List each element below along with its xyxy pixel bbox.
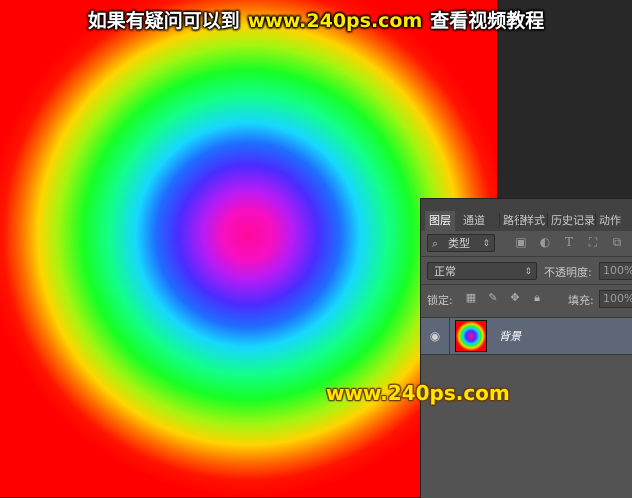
lock-pixels-icon[interactable]: ▦ [464, 291, 478, 305]
image-filter-icon[interactable]: ▣ [514, 235, 528, 249]
panel-tab-bar: 图层 通道 路径 样式 历史记录 动作 [421, 199, 632, 231]
watermark-text-right: 查看视频教程 [430, 10, 545, 32]
eye-icon[interactable]: ◉ [427, 328, 443, 344]
fill-label: 填充: [568, 294, 594, 307]
layers-panel: 图层 通道 路径 样式 历史记录 动作 ⌕ 类型 ⇕ ▣ ◐ T ⛶ ⧉ 正常 … [420, 198, 632, 498]
layers-list-empty-area [421, 355, 632, 498]
opacity-label: 不透明度: [544, 266, 592, 279]
top-watermark: 如果有疑问可以到 www.240ps.com 查看视频教程 [0, 6, 632, 33]
watermark-text-left: 如果有疑问可以到 [87, 10, 240, 32]
tab-separator [499, 213, 500, 227]
chevron-updown-icon: ⇕ [482, 239, 490, 249]
tab-separator [519, 213, 520, 227]
tab-history[interactable]: 历史记录 [551, 211, 595, 231]
search-icon: ⌕ [432, 237, 439, 250]
tab-actions[interactable]: 动作 [599, 211, 621, 231]
tab-separator [547, 213, 548, 227]
tab-layers[interactable]: 图层 [425, 211, 455, 231]
adjust-filter-icon[interactable]: ◐ [538, 235, 552, 249]
tab-paths[interactable]: 路径 [503, 211, 525, 231]
divider [421, 256, 632, 257]
divider [421, 284, 632, 285]
lock-position-icon[interactable]: ✥ [508, 291, 522, 305]
divider [449, 318, 450, 354]
layer-thumbnail [455, 320, 487, 352]
text-filter-icon[interactable]: T [562, 235, 576, 249]
layer-name[interactable]: 背景 [499, 328, 521, 344]
center-watermark: www.240ps.com [326, 381, 510, 405]
layer-filter-row: ⌕ 类型 ⇕ ▣ ◐ T ⛶ ⧉ [421, 231, 632, 255]
chevron-updown-icon: ⇕ [524, 267, 532, 277]
lock-row: 锁定: ▦ ✎ ✥ 🔒︎ 填充: 100% [421, 287, 632, 309]
layer-row-background[interactable]: ◉ 背景 [421, 317, 632, 355]
filter-type-select[interactable]: ⌕ 类型 ⇕ [427, 234, 495, 252]
lock-brush-icon[interactable]: ✎ [486, 291, 500, 305]
filter-type-value: 类型 [448, 237, 470, 250]
lock-all-icon[interactable]: 🔒︎ [530, 291, 544, 305]
tab-separator [595, 213, 596, 227]
blend-mode-select[interactable]: 正常 ⇕ [427, 262, 537, 280]
tab-styles[interactable]: 样式 [523, 211, 545, 231]
watermark-url: www.240ps.com [247, 10, 423, 32]
smart-object-filter-icon[interactable]: ⧉ [610, 235, 624, 249]
blend-mode-value: 正常 [434, 265, 456, 278]
opacity-input[interactable]: 100% [599, 262, 632, 280]
shape-filter-icon[interactable]: ⛶ [586, 235, 600, 249]
lock-label: 锁定: [427, 294, 453, 307]
blend-row: 正常 ⇕ 不透明度: 100% [421, 259, 632, 283]
fill-input[interactable]: 100% [599, 290, 632, 308]
tab-channels[interactable]: 通道 [463, 211, 485, 231]
